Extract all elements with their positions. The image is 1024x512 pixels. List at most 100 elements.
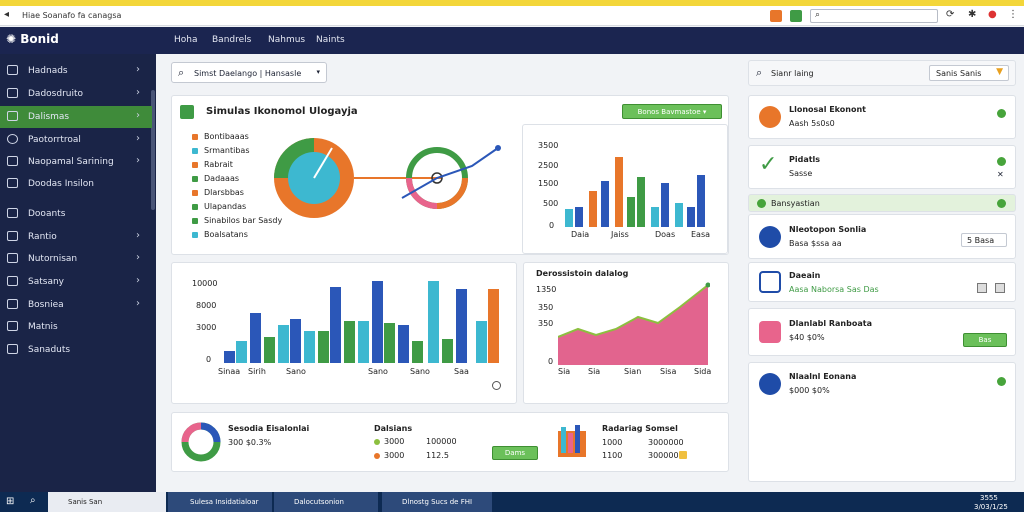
sidebar-item[interactable]: Dooants: [0, 203, 152, 225]
sidebar-item[interactable]: Rantio ›: [0, 226, 152, 248]
sidebar-item-label: Naopamal Sarining: [28, 157, 114, 167]
sidebar-item[interactable]: Sanaduts: [0, 339, 152, 361]
legend-label: Bontibaaas: [204, 132, 249, 141]
sidebar-item[interactable]: Nutornisan ›: [0, 248, 152, 270]
y-tick: 1350: [536, 285, 557, 294]
extension-icon[interactable]: [790, 10, 802, 22]
start-icon[interactable]: ⊞: [6, 492, 14, 512]
main-search[interactable]: ⌕ Simst Daelango | Hansasle ▾: [171, 62, 327, 83]
bar: [384, 323, 395, 363]
settings-icon[interactable]: ✱: [968, 9, 976, 20]
sidebar-item[interactable]: Hadnads ›: [0, 60, 152, 82]
sidebar-item-active[interactable]: Dalismas ›: [0, 106, 152, 128]
app-logo[interactable]: ✺ Bonid: [6, 32, 59, 46]
row-value: 112.5: [426, 451, 449, 460]
trend-point: [495, 145, 501, 151]
sidebar-item[interactable]: Doodas Insilon: [0, 173, 152, 195]
item-sub: Basa $ssa aa: [789, 239, 842, 248]
user-icon: [759, 373, 781, 395]
sidebar-item[interactable]: Matnis: [0, 316, 152, 338]
quantity-select[interactable]: 5 Basa: [961, 233, 1007, 247]
sidebar-item[interactable]: Bosniea ›: [0, 294, 152, 316]
right-item-1[interactable]: Llonosal Ekonont Aash 5s0s0: [748, 95, 1016, 139]
chevron-right-icon: ›: [136, 64, 140, 75]
logo-text: Bonid: [20, 32, 59, 46]
legend-swatch: [192, 218, 198, 224]
database-icon: [759, 226, 781, 248]
sidebar-item[interactable]: Satsany ›: [0, 271, 152, 293]
bar-chart-main-plot: [224, 281, 499, 363]
sidebar-item[interactable]: Dadosdruito ›: [0, 83, 152, 105]
extension-icon[interactable]: [770, 10, 782, 22]
back-arrow-icon[interactable]: ◂: [4, 9, 9, 20]
checkbox-icon[interactable]: [977, 283, 987, 293]
sidebar-item[interactable]: Naopamal Sarining ›: [0, 151, 152, 173]
legend-swatch: [192, 134, 198, 140]
taskbar-search-field[interactable]: Sanis San: [48, 492, 166, 512]
legend-label: Dadaaas: [204, 174, 240, 183]
chevron-right-icon: ›: [136, 275, 140, 286]
right-item-6[interactable]: Dlanlabl Ranboata $40 $0% Bas: [748, 308, 1016, 356]
bar-graphic-icon: [558, 425, 586, 457]
taskbar-app[interactable]: Dlnostg Sucs de FHI: [382, 492, 492, 512]
y-tick: 0: [548, 357, 554, 366]
x-tick: Sia: [588, 367, 601, 376]
summary-title: Sesodia Eisalonlai: [228, 424, 310, 433]
filter-icon: ▼: [996, 67, 1003, 77]
right-item-2[interactable]: ✓ Pidatls Sasse ✕: [748, 145, 1016, 189]
right-search-button[interactable]: Sanis Sanis ▼: [929, 65, 1009, 81]
bar-chart-small-plot: [565, 157, 705, 227]
search-input[interactable]: ⌕: [810, 9, 938, 23]
legend-swatch: [192, 176, 198, 182]
right-item-5[interactable]: Daeain Aasa Naborsa Sas Das: [748, 262, 1016, 302]
item-title: Daeain: [789, 271, 821, 280]
y-tick: 350: [538, 303, 554, 312]
select-value: 5 Basa: [967, 236, 995, 245]
taskbar-app[interactable]: Sulesa Insidatialoar: [168, 492, 272, 512]
x-tick: Sida: [694, 367, 712, 376]
y-tick: 3000: [196, 323, 217, 332]
search-icon[interactable]: ⌕: [30, 492, 36, 512]
search-icon: ⌕: [815, 10, 821, 20]
tab-title[interactable]: Hiae Soanafo fa canagsa: [22, 11, 121, 20]
nav-item[interactable]: Naints: [316, 35, 345, 45]
close-icon[interactable]: ✕: [997, 170, 1004, 179]
bar: [398, 325, 409, 363]
item-title: Llonosal Ekonont: [789, 105, 866, 114]
bar: [344, 321, 355, 363]
gauge-segment-3: [436, 177, 468, 209]
sidebar-item[interactable]: Paotorrtroal ›: [0, 129, 152, 151]
overview-dropdown-button[interactable]: Bonos Bavmastoe ▾: [622, 104, 722, 119]
green-dot-icon: [757, 199, 766, 208]
y-tick: 10000: [192, 279, 218, 288]
sidebar-item-label: Dalismas: [28, 112, 70, 122]
nav-item[interactable]: Nahmus: [268, 35, 305, 45]
taskbar-item-label: Dalocutsonion: [294, 498, 344, 506]
x-tick: Sian: [624, 367, 642, 376]
nav-item[interactable]: Hoha: [174, 35, 198, 45]
row-value: 1000: [602, 438, 623, 447]
dams-button[interactable]: Dams: [492, 446, 538, 460]
item-title: Pidatls: [789, 155, 821, 164]
taskbar-app[interactable]: Dalocutsonion: [274, 492, 378, 512]
shield-icon[interactable]: ●: [988, 9, 997, 20]
checkbox-icon[interactable]: [995, 283, 1005, 293]
menu-icon[interactable]: ⋮: [1008, 9, 1018, 20]
nav-item[interactable]: Bandrels: [212, 35, 251, 45]
right-search-text[interactable]: Sianr laing: [771, 69, 814, 78]
bas-button[interactable]: Bas: [963, 333, 1007, 347]
right-item-3[interactable]: Bansyastian: [748, 194, 1016, 212]
refresh-icon[interactable]: [492, 381, 501, 390]
reload-icon[interactable]: ⟳: [946, 9, 954, 20]
x-tick: Sano: [286, 367, 306, 376]
bar: [264, 337, 275, 363]
bar: [637, 177, 645, 227]
y-tick: 0: [206, 355, 212, 364]
dalsians-title: Dalsians: [374, 424, 413, 433]
right-item-7[interactable]: Nlaalnl Eonana $000 $0%: [748, 362, 1016, 482]
bar: [358, 321, 369, 363]
area-fill: [558, 285, 708, 365]
right-item-4[interactable]: Nleotopon Sonlia Basa $ssa aa 5 Basa: [748, 214, 1016, 259]
bar: [412, 341, 423, 363]
table-icon: [7, 299, 18, 309]
